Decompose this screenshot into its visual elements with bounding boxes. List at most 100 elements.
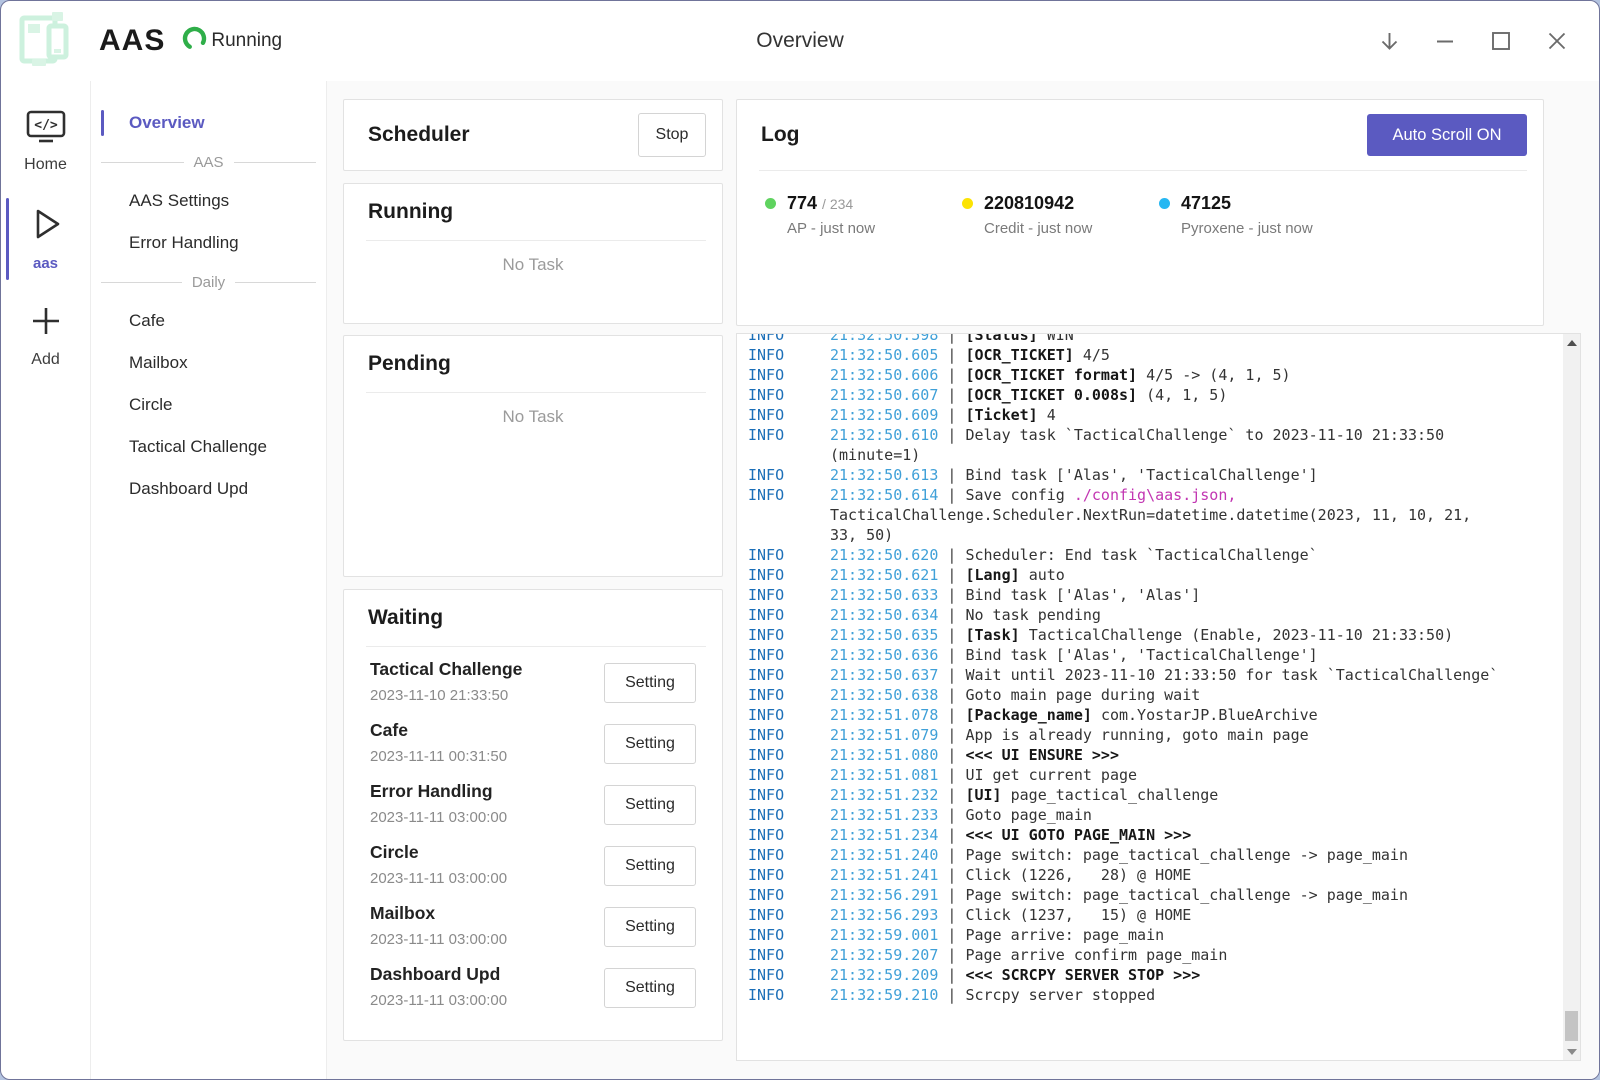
setting-button-dashboard-upd[interactable]: Setting xyxy=(604,968,696,1008)
sidebar-item-aas-settings[interactable]: AAS Settings xyxy=(91,180,326,222)
sidebar-item-error-handling[interactable]: Error Handling xyxy=(91,222,326,264)
divider-line xyxy=(235,282,316,283)
sidebar-nav: Overview AAS AAS SettingsError HandlingDai… xyxy=(91,81,327,1079)
log-message-segment: Bind task ['Alas', 'TacticalChallenge'] xyxy=(965,466,1317,484)
log-message-segment: Page arrive: page_main xyxy=(965,926,1164,944)
log-timestamp: 21:32:50.606 xyxy=(830,366,938,384)
setting-button-cafe[interactable]: Setting xyxy=(604,724,696,764)
pending-title: Pending xyxy=(344,336,722,392)
log-timestamp: 21:32:50.609 xyxy=(830,406,938,424)
waiting-task-row: Mailbox2023-11-11 03:00:00Setting xyxy=(344,901,722,962)
log-level: INFO xyxy=(748,965,784,985)
stat-value: 220810942 xyxy=(984,193,1074,214)
log-line: INFO21:32:59.207 | Page arrive confirm p… xyxy=(737,945,1563,965)
sidebar-item-cafe[interactable]: Cafe xyxy=(91,300,326,342)
scrollbar-up-arrow-icon[interactable] xyxy=(1563,334,1580,351)
sidebar-item-circle[interactable]: Circle xyxy=(91,384,326,426)
log-separator: | xyxy=(938,466,965,484)
log-level: INFO xyxy=(748,425,784,445)
rail-item-home[interactable]: </>Home xyxy=(1,99,90,186)
log-separator: | xyxy=(938,926,965,944)
waiting-list: Tactical Challenge2023-11-10 21:33:50Set… xyxy=(344,647,722,1023)
log-separator: | xyxy=(938,366,965,384)
log-message-segment: [Package_name] xyxy=(965,706,1100,724)
rail-item-aas[interactable]: aas xyxy=(1,194,90,284)
close-icon[interactable] xyxy=(1537,21,1577,61)
sidebar-group-label: AAS xyxy=(194,154,224,171)
setting-button-error-handling[interactable]: Setting xyxy=(604,785,696,825)
log-message-segment: Page switch: page_tactical_challenge -> … xyxy=(965,846,1408,864)
waiting-task-row: Circle2023-11-11 03:00:00Setting xyxy=(344,840,722,901)
pending-empty-text: No Task xyxy=(344,407,722,427)
sidebar-item-dashboard-upd[interactable]: Dashboard Upd xyxy=(91,468,326,510)
log-view[interactable]: INFO21:32:50.598 | [Status] WININFO21:32… xyxy=(736,333,1581,1061)
log-timestamp: 21:32:51.079 xyxy=(830,726,938,744)
log-message-segment: Scrcpy server stopped xyxy=(965,986,1155,1004)
log-line: INFO21:32:51.232 | [UI] page_tactical_ch… xyxy=(737,785,1563,805)
log-separator: | xyxy=(938,606,965,624)
stat-label: AP - just now xyxy=(787,220,962,237)
rail-item-add[interactable]: Add xyxy=(1,292,90,381)
log-line: INFO21:32:51.079 | App is already runnin… xyxy=(737,725,1563,745)
scrollbar-down-arrow-icon[interactable] xyxy=(1563,1043,1580,1060)
log-separator: | xyxy=(938,386,965,404)
log-line: INFO21:32:56.291 | Page switch: page_tac… xyxy=(737,885,1563,905)
log-message: [Ticket] 4 xyxy=(965,406,1055,424)
log-separator: | xyxy=(938,346,965,364)
setting-button-circle[interactable]: Setting xyxy=(604,846,696,886)
log-level: INFO xyxy=(748,645,784,665)
log-level: INFO xyxy=(748,485,784,505)
log-message-segment: Click (1226, 28) @ HOME xyxy=(965,866,1191,884)
log-message-segment: Scheduler: End task `TacticalChallenge` xyxy=(965,546,1317,564)
log-line: INFO21:32:50.634 | No task pending xyxy=(737,605,1563,625)
log-scrollbar[interactable] xyxy=(1563,334,1580,1060)
log-message-segment: UI get current page xyxy=(965,766,1137,784)
log-message: Click (1237, 15) @ HOME xyxy=(965,906,1191,924)
log-separator: | xyxy=(938,986,965,1004)
sidebar-item-overview[interactable]: Overview xyxy=(91,102,326,144)
log-line: INFO21:32:59.001 | Page arrive: page_mai… xyxy=(737,925,1563,945)
log-message: Scheduler: End task `TacticalChallenge` xyxy=(965,546,1317,564)
log-message: [OCR_TICKET 0.008s] (4, 1, 5) xyxy=(965,386,1227,404)
app-body: </>HomeaasAdd Overview AAS AAS SettingsErr… xyxy=(1,81,1599,1079)
log-level: INFO xyxy=(748,725,784,745)
waiting-task-row: Tactical Challenge2023-11-10 21:33:50Set… xyxy=(344,657,722,718)
log-stat-pyroxene: 47125Pyroxene - just now xyxy=(1159,193,1356,237)
sidebar-group-divider: Daily xyxy=(91,264,326,300)
setting-button-mailbox[interactable]: Setting xyxy=(604,907,696,947)
log-level: INFO xyxy=(748,745,784,765)
log-message-segment: <<< SCRCPY SERVER STOP >>> xyxy=(965,966,1200,984)
scheduler-card: Scheduler Stop xyxy=(343,99,723,171)
log-line: INFO21:32:50.609 | [Ticket] 4 xyxy=(737,405,1563,425)
main-content: Scheduler Stop Running No Task Pending N… xyxy=(327,81,1599,1079)
sidebar-item-tactical-challenge[interactable]: Tactical Challenge xyxy=(91,426,326,468)
log-timestamp: 21:32:56.291 xyxy=(830,886,938,904)
log-line: INFO21:32:51.234 | <<< UI GOTO PAGE_MAIN… xyxy=(737,825,1563,845)
sidebar-item-mailbox[interactable]: Mailbox xyxy=(91,342,326,384)
auto-scroll-button[interactable]: Auto Scroll ON xyxy=(1367,114,1527,156)
log-message-segment: Page switch: page_tactical_challenge -> … xyxy=(965,886,1408,904)
stop-button[interactable]: Stop xyxy=(638,113,706,157)
log-timestamp: 21:32:51.080 xyxy=(830,746,938,764)
download-update-icon[interactable] xyxy=(1369,21,1409,61)
stat-label: Credit - just now xyxy=(984,220,1159,237)
maximize-icon[interactable] xyxy=(1481,21,1521,61)
minimize-icon[interactable] xyxy=(1425,21,1465,61)
app-name: AAS xyxy=(99,24,165,58)
log-message: [Status] WIN xyxy=(965,333,1073,344)
status-label: Running xyxy=(211,30,282,52)
log-level: INFO xyxy=(748,385,784,405)
running-card: Running No Task xyxy=(343,183,723,324)
log-level: INFO xyxy=(748,585,784,605)
log-timestamp: 21:32:50.613 xyxy=(830,466,938,484)
log-timestamp: 21:32:50.605 xyxy=(830,346,938,364)
divider-line xyxy=(101,162,184,163)
scrollbar-thumb[interactable] xyxy=(1565,1011,1578,1041)
setting-button-tactical-challenge[interactable]: Setting xyxy=(604,663,696,703)
log-line: INFO21:32:50.621 | [Lang] auto xyxy=(737,565,1563,585)
log-message-segment: 4/5 -> (4, 1, 5) xyxy=(1146,366,1291,384)
log-level: INFO xyxy=(748,945,784,965)
log-message: Page arrive: page_main xyxy=(965,926,1164,944)
log-message: No task pending xyxy=(965,606,1100,624)
log-message: Goto main page during wait xyxy=(965,686,1200,704)
